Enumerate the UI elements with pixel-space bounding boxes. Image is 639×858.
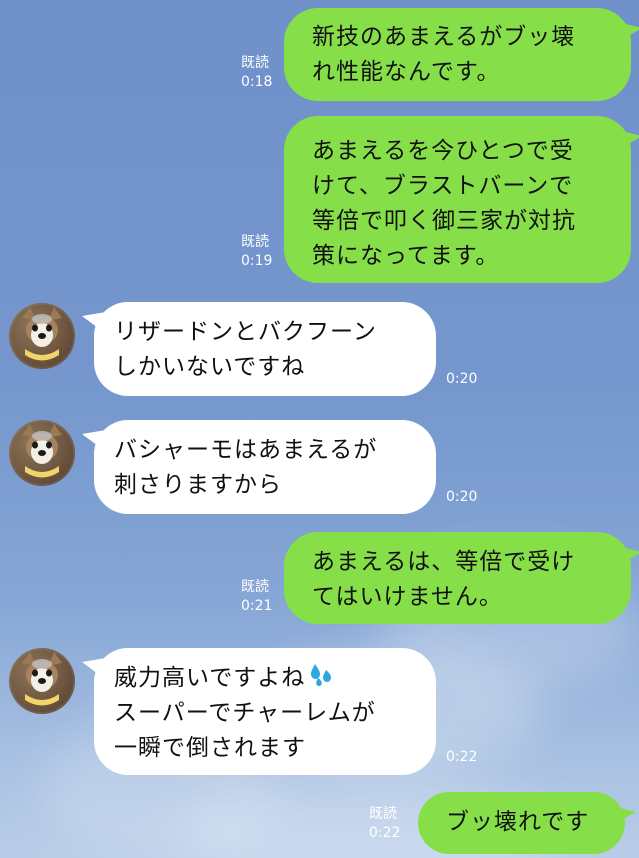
contact-avatar[interactable] bbox=[9, 648, 75, 714]
message-meta: 既読 0:22 bbox=[369, 805, 400, 843]
message-line: 等倍で叩く御三家が対抗 bbox=[312, 208, 576, 234]
sent-message-bubble[interactable]: ブッ壊れです bbox=[418, 792, 625, 854]
message-time: 0:18 bbox=[241, 74, 273, 90]
received-message-bubble[interactable]: 威力高いですよね スーパーでチャーレムが 一瞬で倒されます bbox=[94, 648, 436, 775]
received-message-bubble[interactable]: リザードンとバクフーン しかいないですね bbox=[94, 302, 436, 396]
message-line: 新技のあまえるがブッ壊 bbox=[312, 24, 576, 50]
message-line: てはいけません。 bbox=[312, 584, 503, 610]
sent-message-bubble[interactable]: あまえるを今ひとつで受 けて、ブラストバーンで 等倍で叩く御三家が対抗 策になっ… bbox=[284, 116, 631, 283]
message-meta: 0:20 bbox=[446, 370, 477, 389]
message-line: けて、ブラストバーンで bbox=[312, 173, 574, 199]
message-line: あまえるは、等倍で受け bbox=[312, 549, 576, 575]
message-line: あまえるを今ひとつで受 bbox=[312, 138, 574, 164]
message-line-text: 威力高いですよね bbox=[114, 665, 306, 691]
message-line: スーパーでチャーレムが bbox=[114, 700, 376, 726]
sent-message-bubble[interactable]: 新技のあまえるがブッ壊 れ性能なんです。 bbox=[284, 8, 631, 101]
dog-avatar-icon bbox=[22, 652, 62, 706]
message-line: ブッ壊れです bbox=[446, 809, 590, 835]
sent-message-bubble[interactable]: あまえるは、等倍で受け てはいけません。 bbox=[284, 532, 631, 624]
read-receipt: 既読 bbox=[241, 579, 269, 595]
dog-avatar-icon bbox=[22, 307, 62, 361]
contact-avatar[interactable] bbox=[9, 420, 75, 486]
message-time: 0:19 bbox=[241, 253, 273, 269]
message-line: リザードンとバクフーン bbox=[114, 319, 377, 345]
message-meta: 既読 0:18 bbox=[241, 54, 272, 92]
message-meta: 既読 0:21 bbox=[241, 578, 272, 616]
message-meta: 0:22 bbox=[446, 748, 477, 767]
message-time: 0:20 bbox=[446, 489, 478, 505]
read-receipt: 既読 bbox=[241, 55, 269, 71]
message-line: しかいないですね bbox=[114, 354, 306, 380]
message-time: 0:22 bbox=[369, 825, 401, 841]
message-line: バシャーモはあまえるが bbox=[114, 437, 378, 463]
message-time: 0:22 bbox=[446, 749, 478, 765]
chat-screen: 既読 0:18 新技のあまえるがブッ壊 れ性能なんです。 既読 0:19 あまえ… bbox=[0, 0, 639, 858]
contact-avatar[interactable] bbox=[9, 303, 75, 369]
message-time: 0:20 bbox=[446, 371, 478, 387]
message-line: れ性能なんです。 bbox=[312, 59, 501, 85]
read-receipt: 既読 bbox=[369, 806, 397, 822]
read-receipt: 既読 bbox=[241, 234, 269, 250]
message-line: 威力高いですよね bbox=[114, 661, 416, 696]
received-message-bubble[interactable]: バシャーモはあまえるが 刺さりますから bbox=[94, 420, 436, 514]
message-meta: 0:20 bbox=[446, 488, 477, 507]
message-line: 策になってます。 bbox=[312, 243, 500, 269]
message-time: 0:21 bbox=[241, 598, 273, 614]
sweat-droplets-icon bbox=[307, 661, 335, 689]
message-meta: 既読 0:19 bbox=[241, 233, 272, 271]
message-line: 一瞬で倒されます bbox=[114, 735, 306, 761]
message-line: 刺さりますから bbox=[114, 472, 282, 498]
dog-avatar-icon bbox=[22, 424, 62, 478]
